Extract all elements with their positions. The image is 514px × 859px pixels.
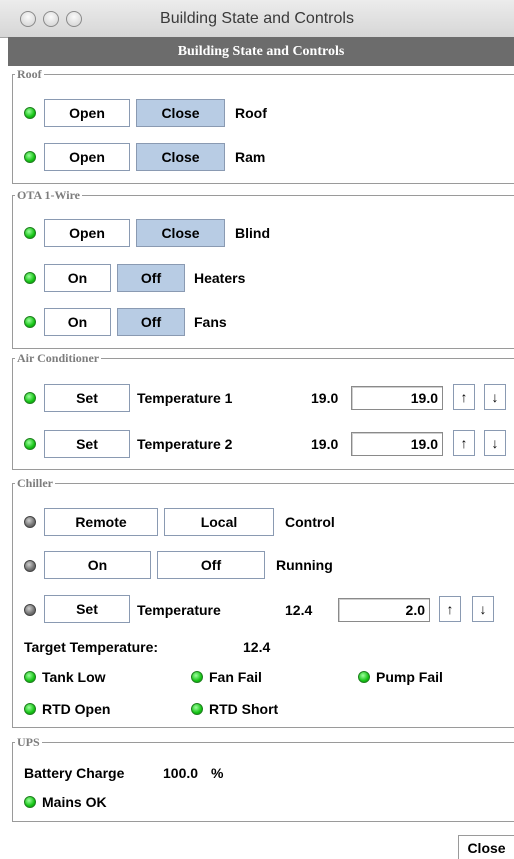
blind-label: Blind — [235, 225, 270, 241]
chiller-temperature-input[interactable]: 2.0 — [338, 598, 430, 622]
roof-section: Roof Open Close Roof Open Close Ram — [12, 66, 514, 184]
chiller-local-button[interactable]: Local — [164, 508, 274, 536]
temperature-1-up-arrow-icon[interactable]: ↑ — [453, 384, 475, 410]
close-button[interactable]: Close — [458, 835, 514, 859]
chiller-remote-button[interactable]: Remote — [44, 508, 158, 536]
chiller-legend: Chiller — [15, 475, 55, 491]
target-temperature-value: 12.4 — [243, 639, 271, 655]
control-status-led — [24, 516, 36, 528]
rtd-open-label: RTD Open — [42, 701, 111, 717]
blind-open-button[interactable]: Open — [44, 219, 130, 247]
ota-section: OTA 1-Wire Open Close Blind On Off Heate… — [12, 187, 514, 349]
temperature-2-set-button[interactable]: Set — [44, 430, 130, 458]
temperature-1-status-led — [24, 392, 36, 404]
tank-low-led — [24, 671, 36, 683]
temperature-2-down-arrow-icon[interactable]: ↓ — [484, 430, 506, 456]
chiller-running-label: Running — [276, 557, 333, 573]
rtd-short-led — [191, 703, 203, 715]
temperature-2-input[interactable]: 19.0 — [351, 432, 443, 456]
heaters-status-led — [24, 272, 36, 284]
pump-fail-label: Pump Fail — [376, 669, 443, 685]
roof-open-button[interactable]: Open — [44, 99, 130, 127]
chiller-temperature-label: Temperature — [137, 602, 221, 618]
window-title: Building State and Controls — [160, 10, 354, 27]
battery-charge-label: Battery Charge — [24, 765, 125, 781]
fan-fail-label: Fan Fail — [209, 669, 262, 685]
mains-ok-led — [24, 796, 36, 808]
tank-low-label: Tank Low — [42, 669, 106, 685]
target-temperature-label: Target Temperature: — [24, 639, 159, 655]
ram-label: Ram — [235, 149, 266, 165]
temperature-2-value: 19.0 — [311, 436, 339, 452]
ram-close-button[interactable]: Close — [136, 143, 225, 171]
blind-close-button[interactable]: Close — [136, 219, 225, 247]
heaters-off-button[interactable]: Off — [117, 264, 185, 292]
chiller-set-button[interactable]: Set — [44, 595, 130, 623]
heaters-on-button[interactable]: On — [44, 264, 111, 292]
ram-status-led — [24, 151, 36, 163]
temperature-1-set-button[interactable]: Set — [44, 384, 130, 412]
chiller-down-arrow-icon[interactable]: ↓ — [472, 596, 494, 622]
chiller-on-button[interactable]: On — [44, 551, 151, 579]
roof-close-button[interactable]: Close — [136, 99, 225, 127]
roof-legend: Roof — [15, 66, 44, 82]
fans-on-button[interactable]: On — [44, 308, 111, 336]
roof-status-led — [24, 107, 36, 119]
fans-label: Fans — [194, 314, 227, 330]
temperature-2-label: Temperature 2 — [137, 436, 233, 452]
battery-charge-unit: % — [211, 765, 224, 781]
window-titlebar: Building State and Controls — [0, 0, 514, 38]
mains-ok-label: Mains OK — [42, 794, 107, 810]
ram-open-button[interactable]: Open — [44, 143, 130, 171]
fans-off-button[interactable]: Off — [117, 308, 185, 336]
ups-legend: UPS — [15, 734, 42, 750]
air-conditioner-legend: Air Conditioner — [15, 350, 102, 366]
temperature-2-status-led — [24, 438, 36, 450]
temperature-2-up-arrow-icon[interactable]: ↑ — [453, 430, 475, 456]
panel-header: Building State and Controls — [8, 37, 514, 66]
blind-status-led — [24, 227, 36, 239]
chiller-control-label: Control — [285, 514, 335, 530]
temperature-1-down-arrow-icon[interactable]: ↓ — [484, 384, 506, 410]
heaters-label: Heaters — [194, 270, 246, 286]
rtd-short-label: RTD Short — [209, 701, 279, 717]
rtd-open-led — [24, 703, 36, 715]
roof-label: Roof — [235, 105, 267, 121]
chiller-up-arrow-icon[interactable]: ↑ — [439, 596, 461, 622]
temperature-1-input[interactable]: 19.0 — [351, 386, 443, 410]
ups-section: UPS Battery Charge 100.0 % Mains OK — [12, 734, 514, 822]
running-status-led — [24, 560, 36, 572]
battery-charge-value: 100.0 — [163, 765, 199, 781]
air-conditioner-section: Air Conditioner Set Temperature 1 19.0 1… — [12, 350, 514, 470]
fan-fail-led — [191, 671, 203, 683]
chiller-section: Chiller Remote Local Control On Off Runn… — [12, 475, 514, 728]
ota-legend: OTA 1-Wire — [15, 187, 82, 203]
temperature-1-label: Temperature 1 — [137, 390, 233, 406]
temperature-1-value: 19.0 — [311, 390, 339, 406]
fans-status-led — [24, 316, 36, 328]
chiller-off-button[interactable]: Off — [157, 551, 265, 579]
chiller-temperature-status-led — [24, 604, 36, 616]
chiller-temperature-value: 12.4 — [285, 602, 313, 618]
pump-fail-led — [358, 671, 370, 683]
